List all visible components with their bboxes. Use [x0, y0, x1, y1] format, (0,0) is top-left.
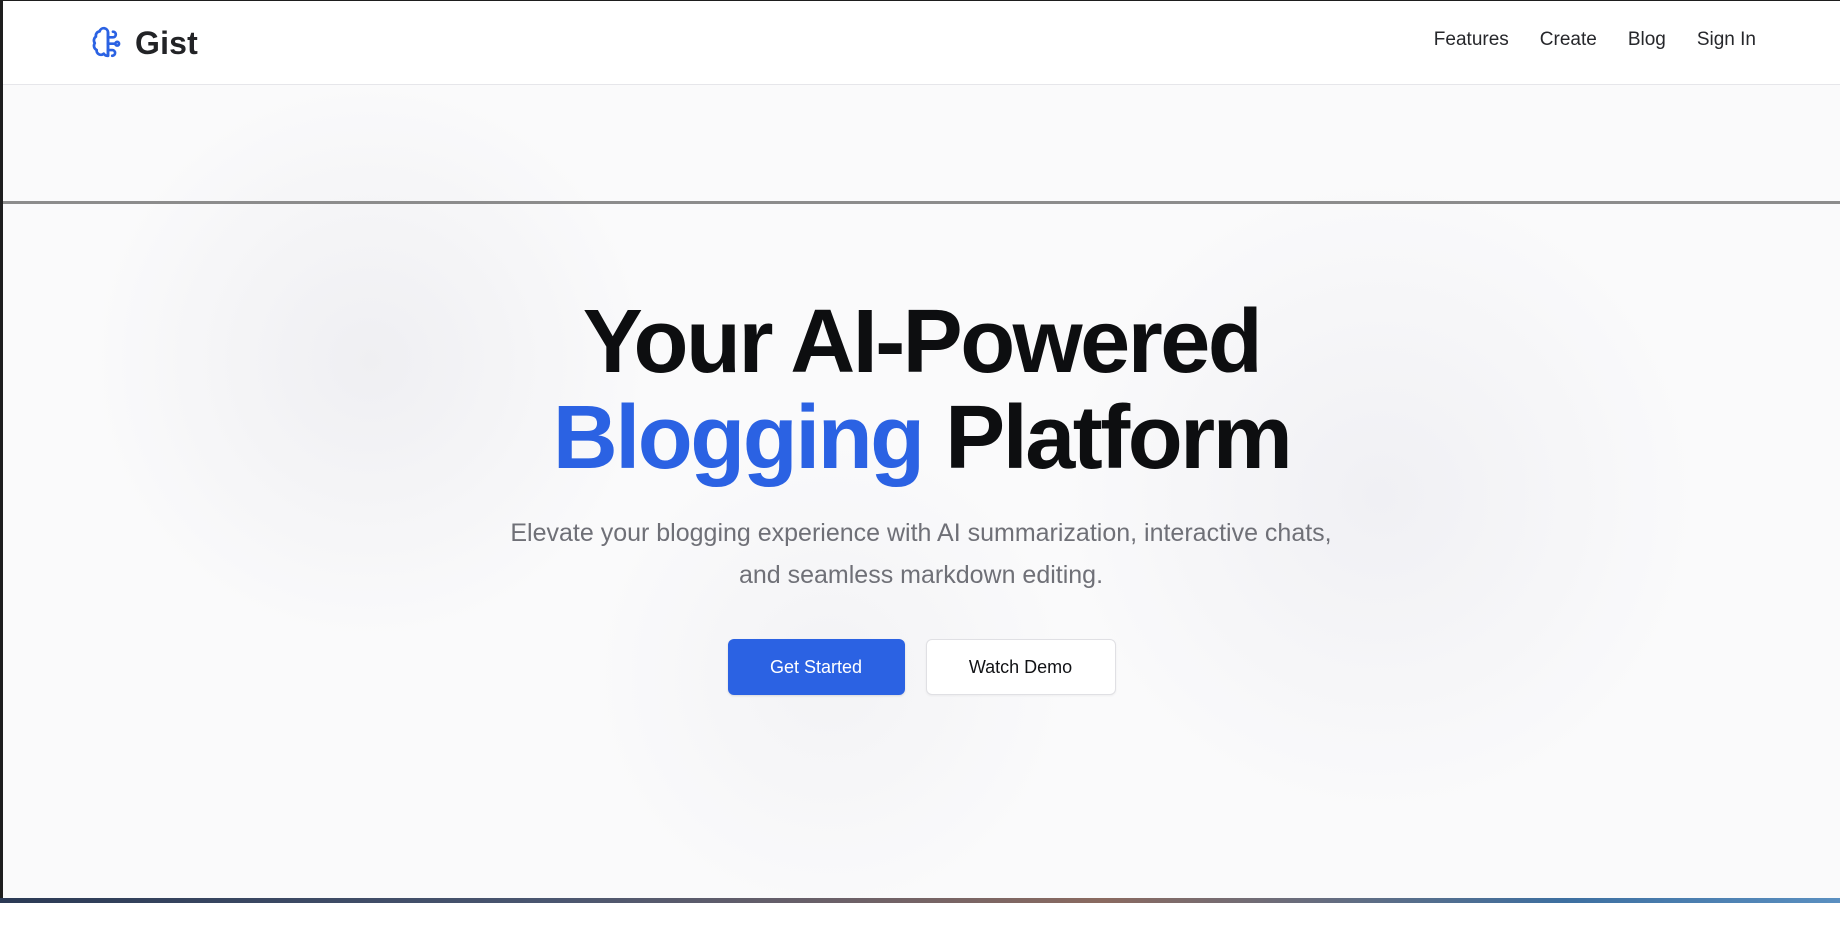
- hero-title-rest: Platform: [922, 388, 1293, 488]
- hero-subtitle: Elevate your blogging experience with AI…: [421, 512, 1421, 596]
- nav-link-sign-in[interactable]: Sign In: [1697, 29, 1756, 51]
- watch-demo-button[interactable]: Watch Demo: [925, 639, 1116, 695]
- main-nav: Features Create Blog Sign In: [1434, 29, 1756, 51]
- hero-title-line1: Your AI-Powered: [582, 292, 1263, 392]
- nav-link-blog[interactable]: Blog: [1628, 29, 1666, 51]
- nav-link-features[interactable]: Features: [1434, 29, 1509, 51]
- browser-viewport: Gist Features Create Blog Sign In Your A…: [0, 0, 1840, 900]
- hero-subtitle-line1: Elevate your blogging experience with AI…: [510, 519, 1332, 547]
- brand-logo-link[interactable]: Gist: [91, 23, 198, 63]
- below-window-area: [0, 903, 1840, 925]
- get-started-button[interactable]: Get Started: [727, 639, 905, 695]
- top-navbar: Gist Features Create Blog Sign In: [3, 1, 1840, 85]
- hero-subtitle-line2: and seamless markdown editing.: [738, 561, 1104, 589]
- section-divider: [3, 201, 1840, 204]
- brand-name: Gist: [135, 24, 199, 61]
- cta-buttons: Get Started Watch Demo: [3, 639, 1840, 695]
- hero-title-accent: Blogging: [552, 388, 925, 488]
- hero-title: Your AI-Powered Blogging Platform: [3, 294, 1840, 486]
- nav-link-create[interactable]: Create: [1540, 29, 1597, 51]
- brain-icon: [91, 26, 125, 60]
